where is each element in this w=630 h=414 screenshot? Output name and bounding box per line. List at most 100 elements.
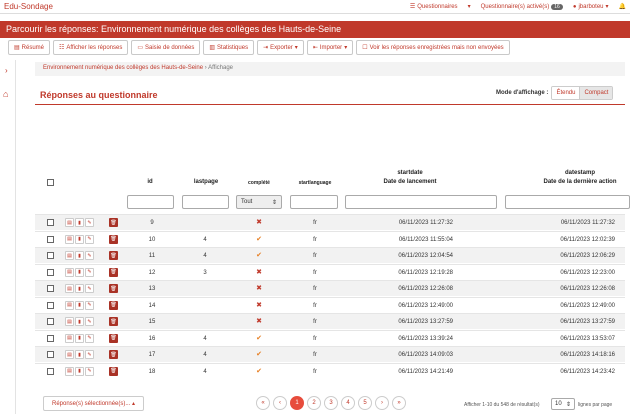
col-header-id[interactable]: id <box>140 179 160 185</box>
view-response-icon[interactable]: ▤ <box>65 251 74 260</box>
delete-trash-icon[interactable]: 🗑 <box>109 234 118 244</box>
delete-trash-icon[interactable]: 🗑 <box>109 350 118 359</box>
file-icon[interactable]: ▮ <box>75 218 84 227</box>
last-page-button[interactable]: » <box>392 396 406 410</box>
edit-pencil-icon[interactable]: ✎ <box>85 251 94 260</box>
file-icon[interactable]: ▮ <box>75 317 84 326</box>
edit-pencil-icon[interactable]: ✎ <box>85 366 94 376</box>
view-response-icon[interactable]: ▤ <box>65 267 74 277</box>
page-3-button[interactable]: 3 <box>324 396 338 410</box>
user-menu[interactable]: ● jbarboteu ▾ <box>573 3 609 11</box>
filter-lastpage-input[interactable] <box>182 195 229 209</box>
data-entry-button[interactable]: ▭ Saisie de données <box>131 40 201 55</box>
view-response-icon[interactable]: ▤ <box>65 366 74 376</box>
delete-trash-icon[interactable]: 🗑 <box>109 284 118 293</box>
row-checkbox[interactable] <box>47 318 54 325</box>
file-icon[interactable]: ▮ <box>75 366 84 376</box>
row-checkbox[interactable] <box>47 219 54 226</box>
page-2-button[interactable]: 2 <box>307 396 321 410</box>
edit-pencil-icon[interactable]: ✎ <box>85 218 94 227</box>
brand-logo[interactable]: Edu-Sondage <box>4 2 53 11</box>
import-button[interactable]: ⇤ Importer ▾ <box>306 40 354 55</box>
extended-mode-button[interactable]: Étendu <box>552 87 580 99</box>
delete-trash-icon[interactable]: 🗑 <box>109 317 118 326</box>
row-checkbox[interactable] <box>47 301 54 309</box>
table-row: ▤ ▮ ✎ 🗑 9 ✖ fr 06/11/2023 11:27:32 06/11/2023 11… <box>35 214 625 230</box>
row-checkbox[interactable] <box>47 285 54 292</box>
saved-unsubmitted-button[interactable]: ☐ Voir les réponses enregistrées mais non… <box>356 40 510 55</box>
delete-trash-icon[interactable]: 🗑 <box>109 251 118 260</box>
filter-id-input[interactable] <box>127 195 174 209</box>
row-checkbox[interactable] <box>47 351 54 358</box>
col-header-datestamp[interactable]: datestamp <box>540 170 620 176</box>
bell-icon[interactable]: 🔔 <box>619 3 626 10</box>
view-response-icon[interactable]: ▤ <box>65 317 74 326</box>
delete-trash-icon[interactable]: 🗑 <box>109 218 118 227</box>
filter-startdate-input[interactable] <box>345 195 497 209</box>
col-header-startdate[interactable]: startdate <box>370 170 450 176</box>
file-icon[interactable]: ▮ <box>75 251 84 260</box>
delete-trash-icon[interactable]: 🗑 <box>109 267 118 277</box>
file-icon[interactable]: ▮ <box>75 333 84 343</box>
breadcrumb-survey-link[interactable]: Environnement numérique des collèges des… <box>43 65 203 71</box>
delete-trash-icon[interactable]: 🗑 <box>109 366 118 376</box>
row-checkbox[interactable] <box>47 367 54 375</box>
cell-startdate: 06/11/2023 12:49:00 <box>398 302 453 309</box>
next-page-button[interactable]: › <box>375 396 389 410</box>
edit-pencil-icon[interactable]: ✎ <box>85 267 94 277</box>
selected-responses-button[interactable]: Réponse(s) sélectionnée(s)... ▴ <box>43 396 145 411</box>
filter-datestamp-input[interactable] <box>505 195 630 209</box>
home-icon[interactable]: ⌂ <box>3 89 8 99</box>
row-checkbox[interactable] <box>47 334 54 342</box>
page-1-button[interactable]: 1 <box>290 396 304 410</box>
col-header-lastpage[interactable]: lastpage <box>186 179 226 185</box>
edit-pencil-icon[interactable]: ✎ <box>85 350 94 359</box>
table-row: ▤ ▮ ✎ 🗑 14 ✖ fr 06/11/2023 12:49:00 06/11/2023 1… <box>35 296 625 313</box>
view-response-icon[interactable]: ▤ <box>65 284 74 293</box>
cell-startlanguage: fr <box>313 302 317 309</box>
edit-pencil-icon[interactable]: ✎ <box>85 234 94 244</box>
show-responses-button[interactable]: ☷ Afficher les réponses <box>53 40 129 55</box>
export-button[interactable]: ⇥ Exporter ▾ <box>257 40 304 55</box>
file-icon[interactable]: ▮ <box>75 234 84 244</box>
list-icon: ☷ <box>59 45 65 51</box>
edit-pencil-icon[interactable]: ✎ <box>85 300 94 310</box>
view-response-icon[interactable]: ▤ <box>65 234 74 244</box>
statistics-button[interactable]: ▥ Statistiques <box>203 40 255 55</box>
col-header-complete[interactable]: complété <box>239 180 279 186</box>
cell-startdate: 06/11/2023 12:26:08 <box>398 286 453 292</box>
edit-pencil-icon[interactable]: ✎ <box>85 333 94 343</box>
view-response-icon[interactable]: ▤ <box>65 333 74 343</box>
edit-pencil-icon[interactable]: ✎ <box>85 284 94 293</box>
questionnaires-menu[interactable]: ☰ Questionnaires <box>410 3 458 11</box>
view-response-icon[interactable]: ▤ <box>65 300 74 310</box>
view-response-icon[interactable]: ▤ <box>65 218 74 227</box>
row-checkbox[interactable] <box>47 268 54 276</box>
file-icon[interactable]: ▮ <box>75 300 84 310</box>
delete-trash-icon[interactable]: 🗑 <box>109 333 118 343</box>
view-response-icon[interactable]: ▤ <box>65 350 74 359</box>
filter-complete-select[interactable]: Tout ⇕ <box>236 195 282 209</box>
edit-pencil-icon[interactable]: ✎ <box>85 317 94 326</box>
delete-trash-icon[interactable]: 🗑 <box>109 300 118 310</box>
chevron-right-icon[interactable]: › <box>5 66 8 75</box>
page-5-button[interactable]: 5 <box>358 396 372 410</box>
compact-mode-button[interactable]: Compact <box>579 87 613 99</box>
prev-page-button[interactable]: ‹ <box>273 396 287 410</box>
dropdown-caret-icon[interactable]: ▾ <box>468 3 471 10</box>
active-surveys-link[interactable]: Questionnaire(s) activé(s) 16 <box>481 3 563 10</box>
first-page-button[interactable]: « <box>256 396 270 410</box>
file-icon[interactable]: ▮ <box>75 350 84 359</box>
rows-per-page-select[interactable]: 10 ⇕ <box>551 398 575 410</box>
file-icon[interactable]: ▮ <box>75 267 84 277</box>
col-header-datestamp-sub: Date de la dernière action <box>543 179 617 185</box>
row-checkbox[interactable] <box>47 235 54 243</box>
col-header-startlanguage[interactable]: startlanguage <box>285 180 345 186</box>
cell-id: 14 <box>148 302 156 309</box>
file-icon[interactable]: ▮ <box>75 284 84 293</box>
select-all-checkbox[interactable] <box>47 179 54 186</box>
page-4-button[interactable]: 4 <box>341 396 355 410</box>
summary-button[interactable]: ▤ Résumé <box>8 40 51 55</box>
filter-startlanguage-input[interactable] <box>290 195 338 209</box>
row-checkbox[interactable] <box>47 252 54 259</box>
